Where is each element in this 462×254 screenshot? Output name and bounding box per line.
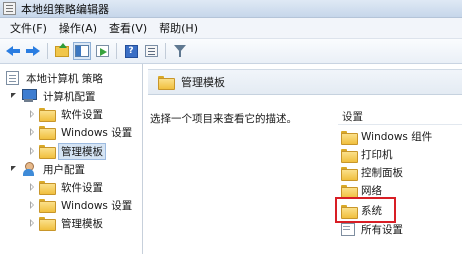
help-button[interactable]: ?	[122, 42, 140, 60]
collapsed-arrow-icon[interactable]	[28, 128, 36, 136]
tree-item-label: Windows 设置	[61, 199, 133, 212]
description-text: 选择一个项目来查看它的描述。	[150, 113, 297, 125]
list-item-all-settings[interactable]: 所有设置	[341, 221, 403, 238]
folder-icon	[39, 217, 56, 231]
policy-doc-icon	[6, 71, 19, 85]
tree-item-label: 管理模板	[58, 142, 106, 160]
tree-item-label: 管理模板	[61, 217, 103, 230]
forward-button[interactable]	[24, 42, 42, 60]
tree-item-user-software-settings[interactable]: 软件设置	[28, 178, 106, 196]
tree-item-software-settings[interactable]: 软件设置	[28, 105, 106, 123]
menu-help[interactable]: 帮助(H)	[153, 20, 204, 36]
details-header-title: 管理模板	[181, 76, 225, 89]
list-item-label: 控制面板	[361, 167, 403, 179]
tree-item-label: 计算机配置	[43, 90, 96, 103]
details-header: 管理模板	[148, 69, 462, 95]
list-item-control-panel[interactable]: 控制面板	[341, 164, 403, 181]
menu-view[interactable]: 查看(V)	[103, 20, 153, 36]
app-icon	[3, 2, 16, 15]
menu-action[interactable]: 操作(A)	[53, 20, 103, 36]
list-item-label: 所有设置	[361, 224, 403, 236]
expanded-arrow-icon[interactable]	[10, 92, 18, 100]
console-tree[interactable]: 本地计算机 策略 计算机配置 软件设置 Windows 设置 管理模板 用户配置…	[0, 64, 143, 254]
filter-button[interactable]	[171, 42, 189, 60]
show-hide-tree-button[interactable]	[73, 42, 91, 60]
user-icon	[21, 162, 36, 176]
computer-icon	[21, 89, 37, 103]
tree-item-admin-templates[interactable]: 管理模板	[28, 142, 106, 160]
collapsed-arrow-icon[interactable]	[28, 110, 36, 118]
console-tree-icon	[75, 45, 89, 57]
column-divider	[338, 124, 462, 125]
tree-item-label: 软件设置	[61, 181, 103, 194]
properties-icon	[144, 45, 158, 57]
folder-icon	[158, 76, 175, 90]
tree-item-root[interactable]: 本地计算机 策略	[6, 69, 106, 87]
collapsed-arrow-icon[interactable]	[28, 219, 36, 227]
list-item-label: Windows 组件	[361, 131, 433, 143]
details-pane: 管理模板 选择一个项目来查看它的描述。 设置 Windows 组件 打印机 控制…	[144, 64, 462, 254]
collapsed-arrow-icon[interactable]	[28, 147, 36, 155]
tree-item-computer-config[interactable]: 计算机配置	[10, 87, 99, 105]
arrow-left-icon	[6, 45, 20, 57]
list-item-windows-components[interactable]: Windows 组件	[341, 128, 432, 145]
menu-file[interactable]: 文件(F)	[4, 20, 53, 36]
tree-item-label: 软件设置	[61, 108, 103, 121]
tree-item-label: Windows 设置	[61, 126, 133, 139]
folder-icon	[341, 148, 358, 163]
tree-item-user-admin-templates[interactable]: 管理模板	[28, 214, 106, 232]
filter-icon	[174, 45, 186, 57]
title-bar: 本地组策略编辑器	[0, 0, 462, 18]
column-header-setting[interactable]: 设置	[342, 109, 363, 124]
highlight-box-system	[335, 197, 396, 223]
up-one-level-button[interactable]	[53, 42, 71, 60]
help-icon: ?	[124, 44, 138, 58]
tree-item-user-config[interactable]: 用户配置	[10, 160, 88, 178]
all-settings-icon	[341, 223, 356, 236]
toolbar-separator	[47, 43, 48, 59]
expanded-arrow-icon[interactable]	[10, 165, 18, 173]
folder-icon	[341, 130, 358, 145]
tree-item-user-windows-settings[interactable]: Windows 设置	[28, 196, 135, 214]
folder-icon	[39, 108, 56, 122]
folder-icon	[341, 166, 358, 181]
tree-item-label: 用户配置	[43, 163, 85, 176]
folder-icon	[39, 126, 56, 140]
toolbar-separator	[165, 43, 166, 59]
collapsed-arrow-icon[interactable]	[28, 201, 36, 209]
menu-bar: 文件(F) 操作(A) 查看(V) 帮助(H)	[0, 18, 462, 39]
window-title: 本地组策略编辑器	[21, 2, 109, 16]
properties-button[interactable]	[142, 42, 160, 60]
toolbar-separator	[116, 43, 117, 59]
list-item-label: 打印机	[361, 149, 393, 161]
arrow-right-icon	[26, 45, 40, 57]
tree-item-windows-settings[interactable]: Windows 设置	[28, 123, 135, 141]
list-item-printers[interactable]: 打印机	[341, 146, 393, 163]
folder-icon	[341, 184, 358, 199]
tree-item-label: 本地计算机 策略	[26, 72, 103, 85]
export-icon	[95, 45, 109, 57]
list-item-label: 网络	[361, 185, 382, 197]
collapsed-arrow-icon[interactable]	[28, 183, 36, 191]
export-list-button[interactable]	[93, 42, 111, 60]
folder-icon	[39, 181, 56, 195]
folder-icon	[39, 145, 56, 159]
folder-icon	[39, 199, 56, 213]
back-button[interactable]	[4, 42, 22, 60]
toolbar: ?	[0, 39, 462, 64]
up-folder-icon	[55, 42, 69, 57]
